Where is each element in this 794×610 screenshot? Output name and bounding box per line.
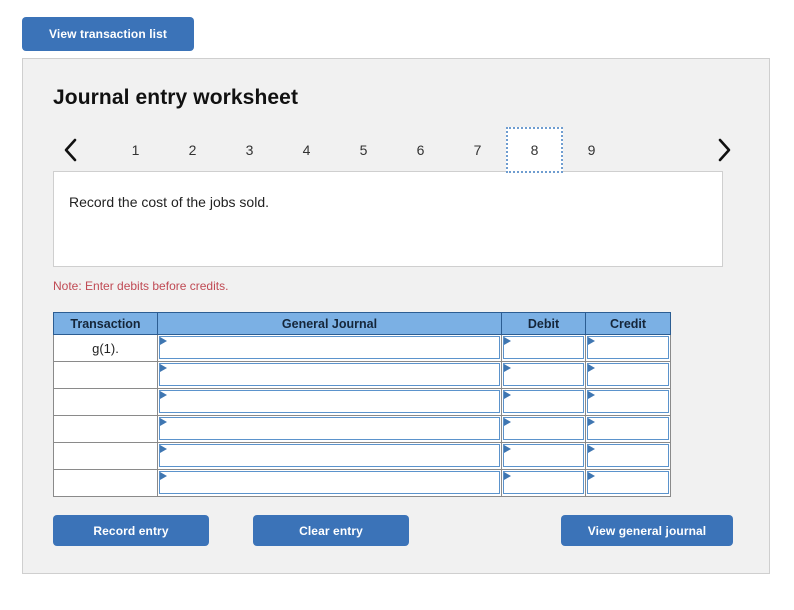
table-row [53, 469, 671, 497]
pager-tab-7[interactable]: 7 [449, 127, 506, 173]
chevron-left-icon[interactable] [53, 127, 87, 173]
table-row [53, 415, 671, 443]
transaction-cell: g(1). [53, 334, 158, 362]
table-row [53, 361, 671, 389]
pager-tab-9[interactable]: 9 [563, 127, 620, 173]
general-journal-input-cell[interactable] [157, 469, 502, 497]
credit-input-cell[interactable] [585, 388, 671, 416]
transaction-cell [53, 415, 158, 443]
general-journal-input[interactable] [159, 417, 500, 440]
pager-tab-3[interactable]: 3 [221, 127, 278, 173]
transaction-cell [53, 469, 158, 497]
transaction-cell [53, 388, 158, 416]
debit-input-cell[interactable] [501, 442, 586, 470]
debit-input-cell[interactable] [501, 469, 586, 497]
debits-before-credits-note: Note: Enter debits before credits. [53, 279, 229, 293]
credit-input-cell[interactable] [585, 415, 671, 443]
general-journal-input[interactable] [159, 471, 500, 494]
debit-input-cell[interactable] [501, 361, 586, 389]
page-title: Journal entry worksheet [53, 86, 299, 109]
transaction-cell [53, 442, 158, 470]
pager-tab-6[interactable]: 6 [392, 127, 449, 173]
journal-entry-table: Transaction General Journal Debit Credit… [53, 312, 671, 497]
view-general-journal-button[interactable]: View general journal [561, 515, 733, 546]
general-journal-input[interactable] [159, 336, 500, 359]
general-journal-input-cell[interactable] [157, 442, 502, 470]
credit-input[interactable] [587, 417, 669, 440]
debit-input[interactable] [503, 471, 584, 494]
general-journal-input[interactable] [159, 390, 500, 413]
debit-input-cell[interactable] [501, 415, 586, 443]
credit-input[interactable] [587, 390, 669, 413]
general-journal-input-cell[interactable] [157, 334, 502, 362]
pager-tab-1[interactable]: 1 [107, 127, 164, 173]
clear-entry-button[interactable]: Clear entry [253, 515, 409, 546]
general-journal-input-cell[interactable] [157, 361, 502, 389]
debit-input[interactable] [503, 417, 584, 440]
debit-input-cell[interactable] [501, 388, 586, 416]
debit-input[interactable] [503, 390, 584, 413]
entry-description-box: Record the cost of the jobs sold. [53, 171, 723, 267]
table-body: g(1). [53, 334, 671, 497]
general-journal-input-cell[interactable] [157, 388, 502, 416]
pager-tab-list: 123456789 [107, 127, 620, 173]
general-journal-input[interactable] [159, 363, 500, 386]
credit-input[interactable] [587, 363, 669, 386]
credit-input-cell[interactable] [585, 469, 671, 497]
pager-tab-8[interactable]: 8 [506, 127, 563, 173]
credit-input[interactable] [587, 444, 669, 467]
worksheet-page: View transaction list Journal entry work… [0, 0, 794, 610]
column-header-credit: Credit [585, 312, 671, 335]
view-transaction-list-button[interactable]: View transaction list [22, 17, 194, 51]
table-row [53, 442, 671, 470]
worksheet-pager: 123456789 [53, 127, 741, 174]
column-header-debit: Debit [501, 312, 586, 335]
pager-tab-2[interactable]: 2 [164, 127, 221, 173]
debit-input[interactable] [503, 336, 584, 359]
journal-entry-panel: Journal entry worksheet 123456789 Record… [22, 58, 770, 574]
debit-input-cell[interactable] [501, 334, 586, 362]
debit-input[interactable] [503, 444, 584, 467]
debit-input[interactable] [503, 363, 584, 386]
general-journal-input[interactable] [159, 444, 500, 467]
credit-input[interactable] [587, 471, 669, 494]
table-row [53, 388, 671, 416]
table-row: g(1). [53, 334, 671, 362]
general-journal-input-cell[interactable] [157, 415, 502, 443]
transaction-cell [53, 361, 158, 389]
credit-input-cell[interactable] [585, 361, 671, 389]
credit-input-cell[interactable] [585, 334, 671, 362]
credit-input-cell[interactable] [585, 442, 671, 470]
pager-tab-5[interactable]: 5 [335, 127, 392, 173]
chevron-right-icon[interactable] [707, 127, 741, 173]
record-entry-button[interactable]: Record entry [53, 515, 209, 546]
credit-input[interactable] [587, 336, 669, 359]
column-header-general-journal: General Journal [157, 312, 502, 335]
entry-description-text: Record the cost of the jobs sold. [69, 194, 269, 210]
table-header-row: Transaction General Journal Debit Credit [53, 312, 671, 335]
pager-tab-4[interactable]: 4 [278, 127, 335, 173]
column-header-transaction: Transaction [53, 312, 158, 335]
